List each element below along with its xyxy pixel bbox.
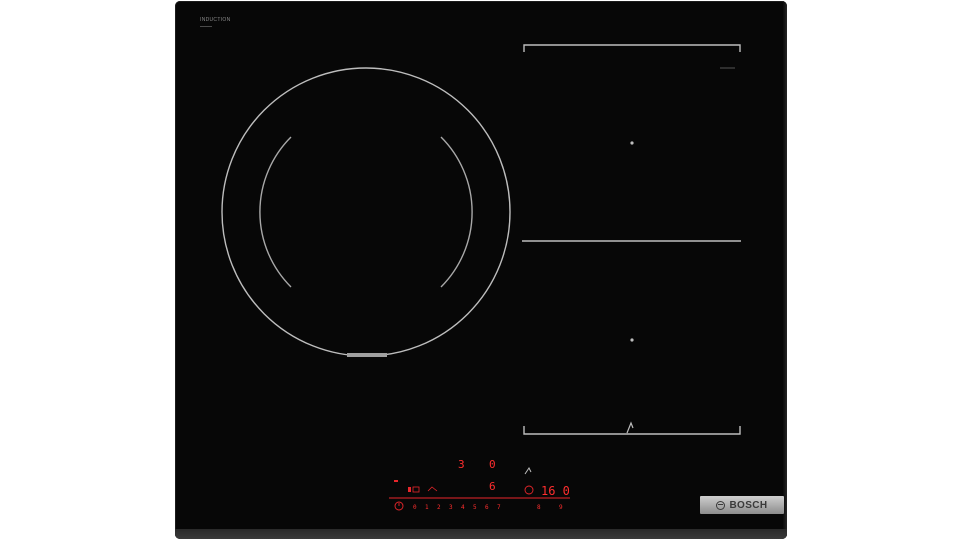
power-scale-0[interactable]: 0: [413, 504, 417, 511]
flex-zone-top-bracket: [523, 44, 741, 52]
zone-center-dot-icon: [630, 141, 634, 145]
power-scale-7[interactable]: 7: [497, 504, 501, 511]
zone-level-right: 0: [489, 458, 496, 471]
power-scale-2[interactable]: 2: [437, 504, 441, 511]
cooking-zones: 3 0 6 16 0 0 1 2 3 4 5 6 7 8 9: [221, 44, 741, 511]
flex-zone-front[interactable]: [523, 44, 741, 145]
timer-display: 16 0: [541, 484, 570, 498]
frying-sensor-icon[interactable]: [408, 486, 420, 493]
zone-level-left: 3: [458, 458, 465, 471]
power-scale-9[interactable]: 9: [559, 504, 563, 511]
zone-level-mid: 6: [489, 480, 496, 493]
round-zone-outer-ring: [221, 67, 511, 357]
round-zone-inner-arc-right: [440, 136, 473, 288]
zone-center-dot-icon: [630, 338, 634, 342]
power-scale-5[interactable]: 5: [473, 504, 477, 511]
timer-clock-icon[interactable]: [524, 485, 534, 495]
power-scale-4[interactable]: 4: [461, 504, 465, 511]
brand-name: BOSCH: [729, 499, 768, 511]
flexinduction-link-icon: [626, 421, 634, 434]
round-zone-indicator: [347, 353, 387, 357]
flex-zone-bottom-bracket: [523, 426, 741, 435]
round-cooking-zone[interactable]: [221, 67, 511, 357]
hob-front-trim: [175, 529, 787, 539]
flex-zone-rear[interactable]: [523, 338, 741, 435]
control-panel: 3 0 6 16 0 0 1 2 3 4 5 6 7 8 9: [389, 458, 570, 511]
childlock-icon[interactable]: [524, 467, 532, 475]
power-scale-3[interactable]: 3: [449, 504, 453, 511]
hob-edge-sheen: [783, 1, 787, 539]
bosch-armature-icon: [716, 500, 726, 510]
power-scale-6[interactable]: 6: [485, 504, 489, 511]
power-scale-1[interactable]: 1: [425, 504, 429, 511]
brand-plate: BOSCH: [700, 496, 784, 514]
power-scale-8[interactable]: 8: [537, 504, 541, 511]
induction-hob: INDUCTION 3 0 6 16 0 0 1 2 3 4 5 6 7 8 9: [175, 1, 787, 539]
power-on-off-icon[interactable]: [394, 501, 404, 511]
round-zone-inner-arc-left: [259, 136, 292, 288]
control-indicator-dot: [394, 480, 398, 482]
zone-select-icon[interactable]: [427, 486, 438, 492]
